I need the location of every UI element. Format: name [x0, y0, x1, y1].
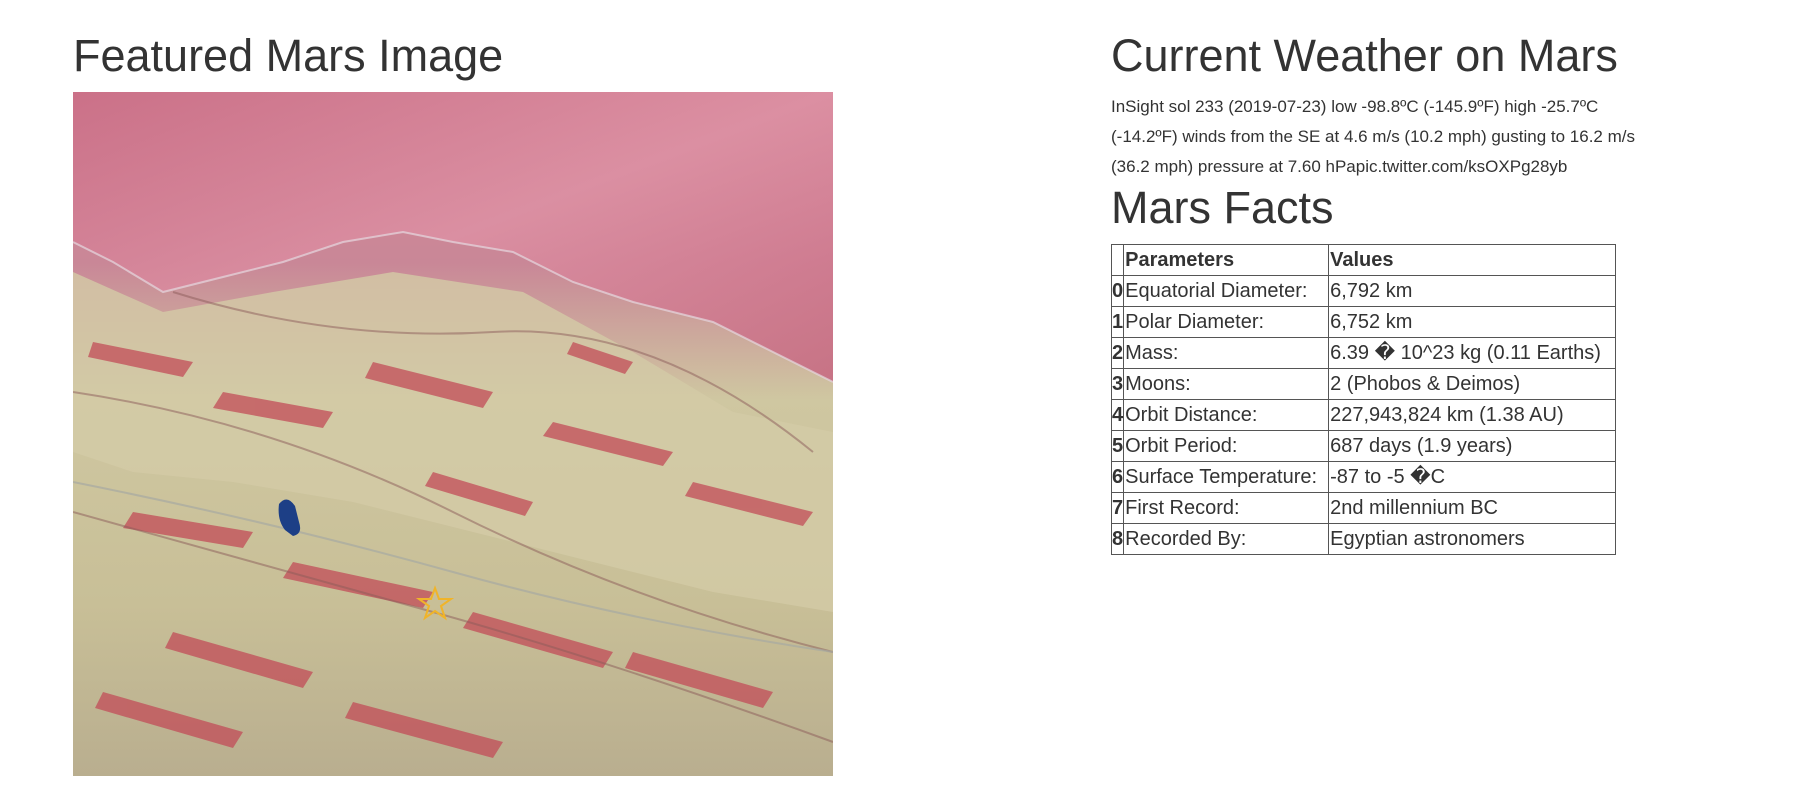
row-index: 1 [1110, 306, 1125, 338]
row-value: -87 to -5 �C [1328, 461, 1617, 493]
page: Featured Mars Image Current Weather on M… [0, 0, 1813, 792]
row-parameter: Equatorial Diameter: [1123, 275, 1330, 307]
info-section: Current Weather on Mars InSight sol 233 … [1110, 30, 1711, 555]
row-index: 3 [1110, 368, 1125, 400]
table-row: 5 Orbit Period: 687 days (1.9 years) [1110, 430, 1617, 462]
row-value: 6.39 � 10^23 kg (0.11 Earths) [1328, 337, 1617, 369]
featured-mars-image [73, 92, 833, 776]
row-index: 4 [1110, 399, 1125, 431]
index-header [1110, 244, 1125, 276]
row-value: 2nd millennium BC [1328, 492, 1617, 524]
row-value: 2 (Phobos & Deimos) [1328, 368, 1617, 400]
row-value: 687 days (1.9 years) [1328, 430, 1617, 462]
row-index: 5 [1110, 430, 1125, 462]
row-parameter: Mass: [1123, 337, 1330, 369]
table-row: 7 First Record: 2nd millennium BC [1110, 492, 1617, 524]
row-parameter: Recorded By: [1123, 523, 1330, 555]
row-parameter: Polar Diameter: [1123, 306, 1330, 338]
row-index: 8 [1110, 523, 1125, 555]
table-row: 2 Mass: 6.39 � 10^23 kg (0.11 Earths) [1110, 337, 1617, 369]
row-parameter: First Record: [1123, 492, 1330, 524]
parameters-header: Parameters [1123, 244, 1330, 276]
row-index: 7 [1110, 492, 1125, 524]
weather-report: InSight sol 233 (2019-07-23) low -98.8ºC… [1111, 97, 1635, 176]
row-parameter: Moons: [1123, 368, 1330, 400]
table-row: 1 Polar Diameter: 6,752 km [1110, 306, 1617, 338]
row-value: Egyptian astronomers [1328, 523, 1617, 555]
table-header-row: Parameters Values [1110, 244, 1617, 276]
mars-facts-table: Parameters Values 0 Equatorial Diameter:… [1110, 244, 1617, 555]
featured-image-title: Featured Mars Image [73, 30, 504, 81]
row-parameter: Orbit Period: [1123, 430, 1330, 462]
table-row: 0 Equatorial Diameter: 6,792 km [1110, 275, 1617, 307]
featured-image-section: Featured Mars Image [73, 30, 833, 776]
table-row: 3 Moons: 2 (Phobos & Deimos) [1110, 368, 1617, 400]
facts-title: Mars Facts [1111, 182, 1334, 233]
table-row: 4 Orbit Distance: 227,943,824 km (1.38 A… [1110, 399, 1617, 431]
table-row: 6 Surface Temperature: -87 to -5 �C [1110, 461, 1617, 493]
row-value: 6,792 km [1328, 275, 1617, 307]
row-parameter: Surface Temperature: [1123, 461, 1330, 493]
row-value: 227,943,824 km (1.38 AU) [1328, 399, 1617, 431]
row-parameter: Orbit Distance: [1123, 399, 1330, 431]
values-header: Values [1328, 244, 1617, 276]
weather-title: Current Weather on Mars [1111, 30, 1618, 81]
row-index: 0 [1110, 275, 1125, 307]
table-row: 8 Recorded By: Egyptian astronomers [1110, 523, 1617, 555]
row-index: 2 [1110, 337, 1125, 369]
row-index: 6 [1110, 461, 1125, 493]
row-value: 6,752 km [1328, 306, 1617, 338]
